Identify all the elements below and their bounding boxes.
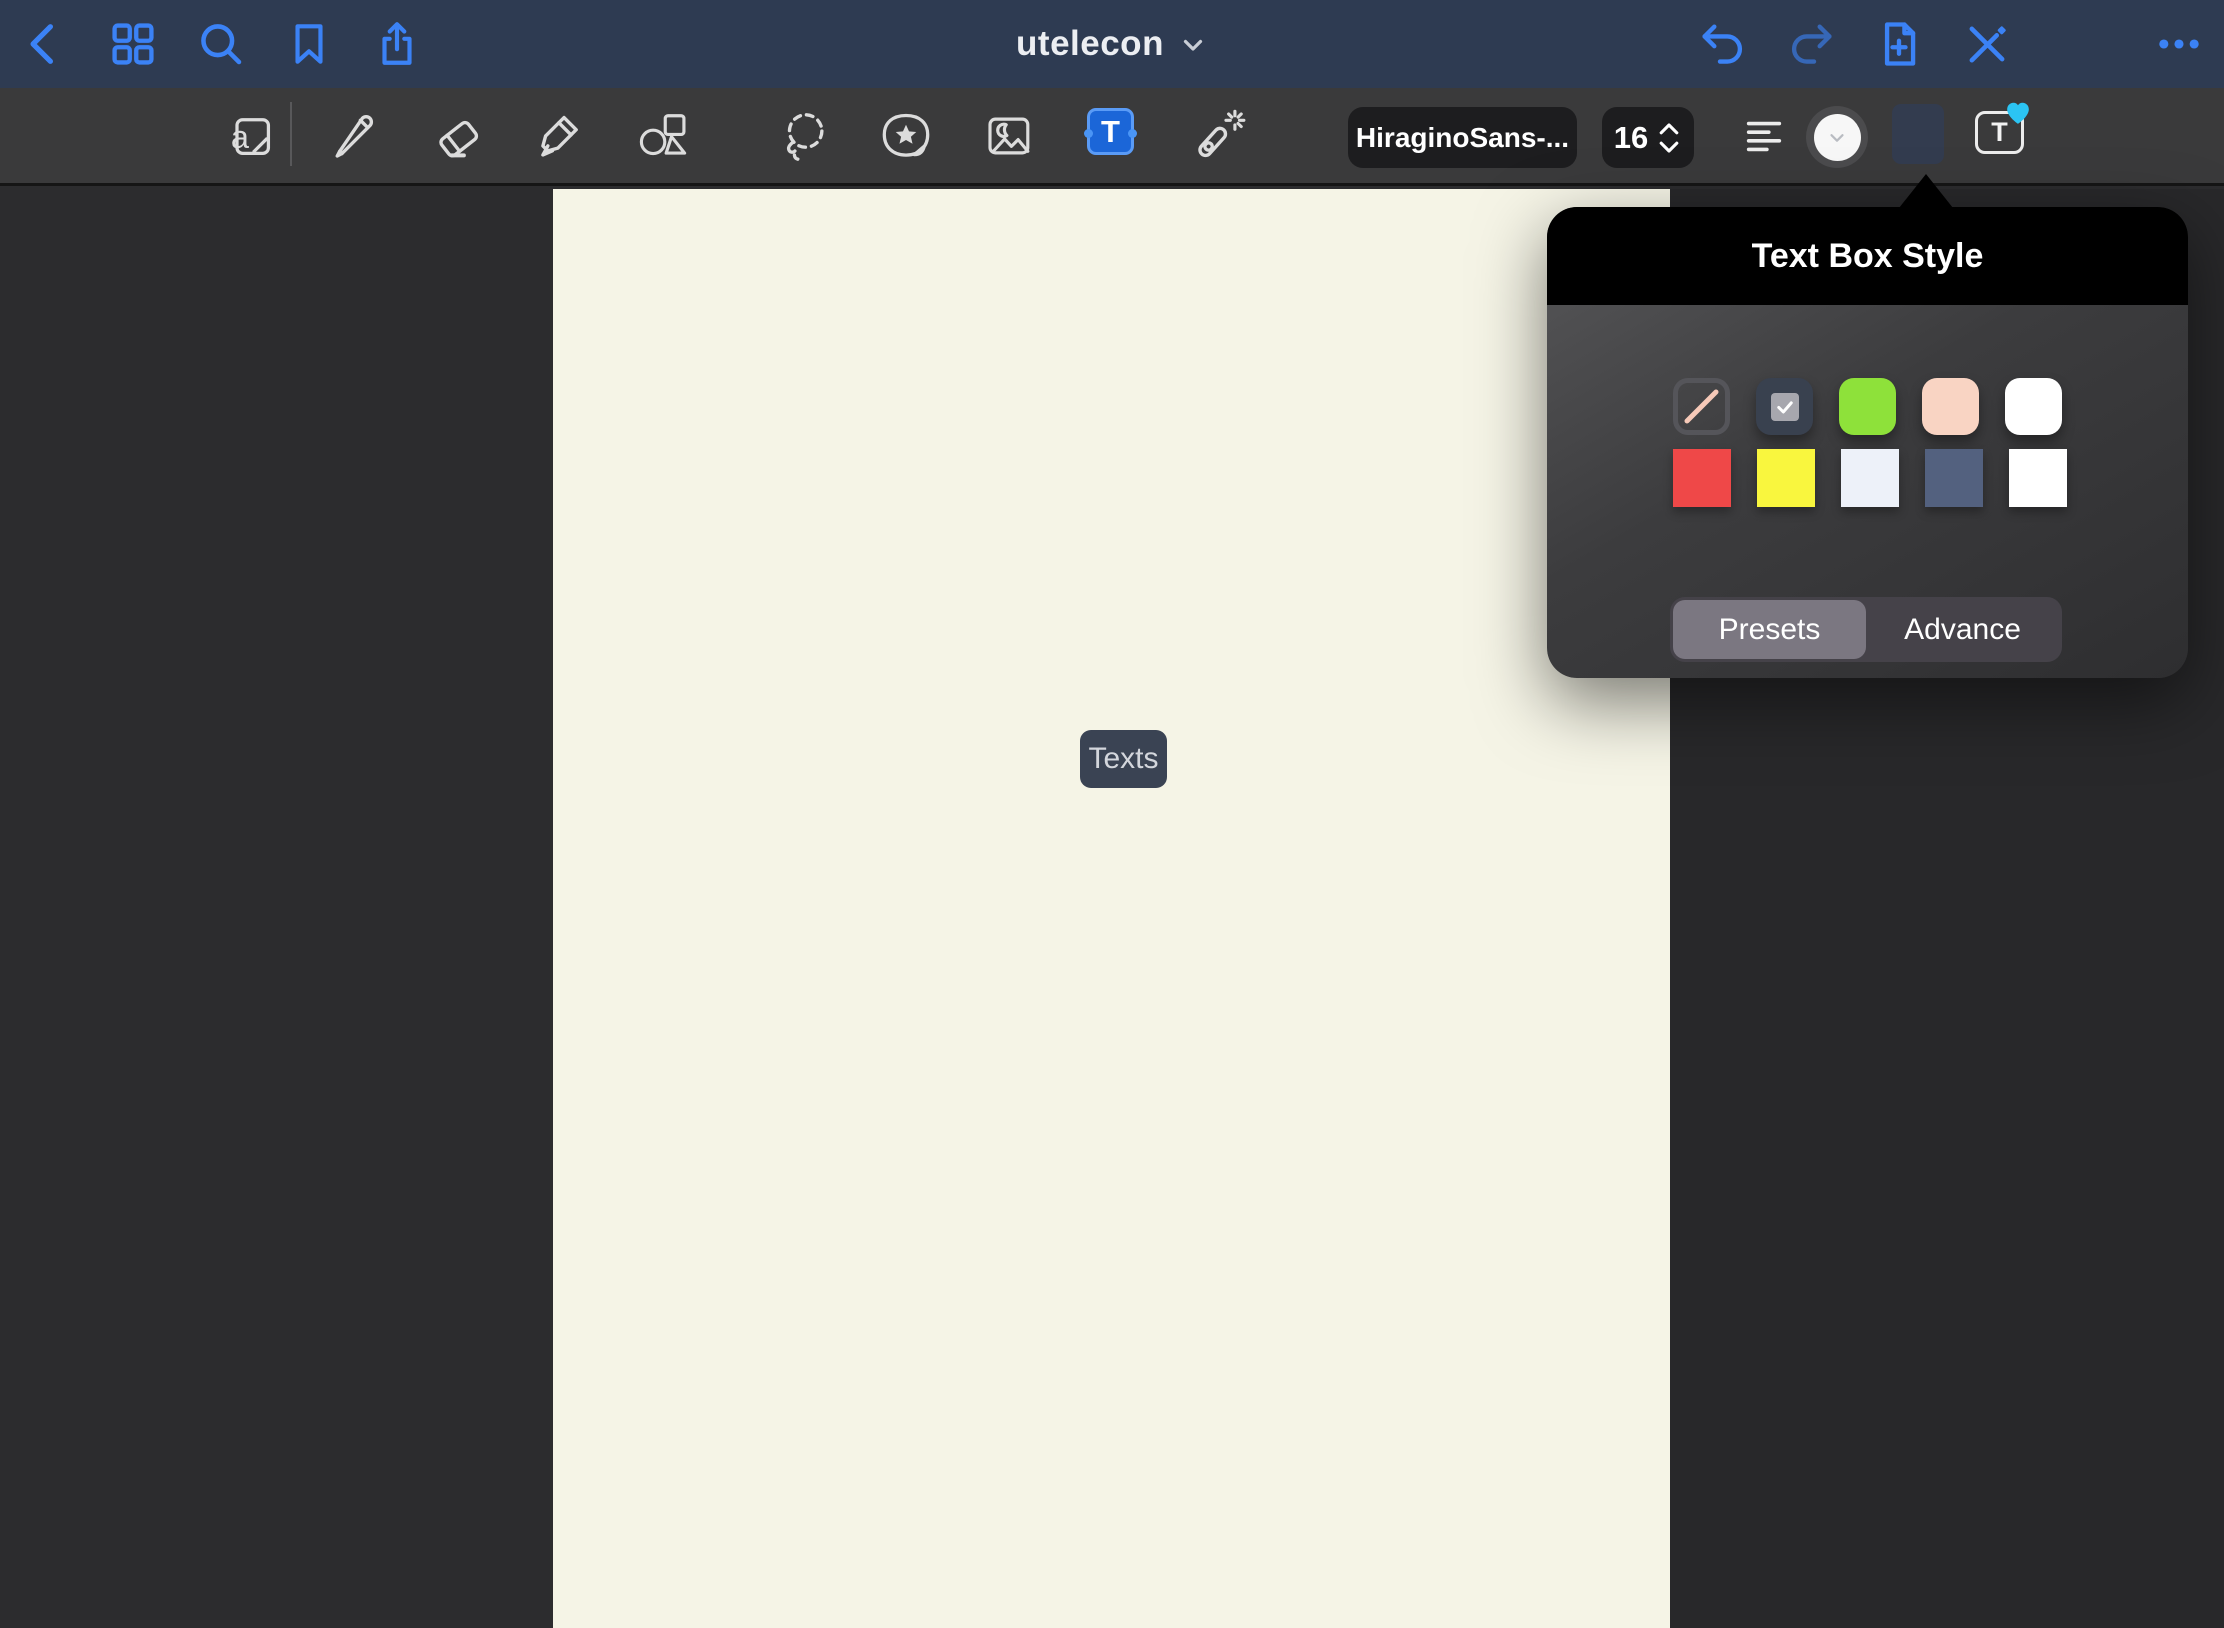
pen-icon	[328, 109, 382, 163]
redo-button[interactable]	[1780, 13, 1842, 75]
font-family-label: HiraginoSans-...	[1356, 122, 1569, 154]
tools-toolbar: a	[0, 88, 2224, 186]
chevron-down-icon	[1178, 29, 1208, 59]
search-button[interactable]	[190, 13, 252, 75]
note-page[interactable]: Texts	[553, 189, 1670, 1628]
preset-swatch-pale-blue[interactable]	[1841, 449, 1899, 507]
read-mode-icon: a	[224, 110, 276, 162]
pen-cross-icon	[1961, 18, 2013, 70]
tab-presets-label: Presets	[1719, 613, 1821, 647]
more-button[interactable]	[2148, 13, 2210, 75]
grid-icon	[107, 18, 159, 70]
text-tool-handle-left	[1084, 129, 1093, 138]
preset-swatch-peach[interactable]	[1922, 378, 1979, 435]
popover-arrow	[1899, 174, 1953, 208]
stepper-chevrons-icon	[1656, 121, 1682, 155]
font-family-button[interactable]: HiraginoSans-...	[1348, 107, 1577, 168]
bookmark-icon	[284, 19, 334, 69]
preset-swatch-slate[interactable]	[1925, 449, 1983, 507]
sticker-tool-button[interactable]	[878, 108, 934, 164]
eraser-icon	[431, 109, 485, 163]
font-size-value: 16	[1614, 120, 1648, 156]
checkbox	[1771, 393, 1799, 421]
add-page-icon	[1873, 18, 1925, 70]
read-mode-button[interactable]: a	[222, 108, 278, 164]
preset-swatch-none[interactable]	[1673, 378, 1730, 435]
share-button[interactable]	[366, 13, 428, 75]
notebook-title-label: utelecon	[1016, 24, 1164, 64]
align-left-icon	[1741, 113, 1787, 159]
sticker-icon	[878, 108, 934, 164]
text-tool-handle-right	[1128, 129, 1137, 138]
toolbar-divider	[290, 102, 292, 166]
undo-icon	[1697, 18, 1749, 70]
svg-text:a: a	[231, 119, 250, 155]
top-nav-bar: utelecon	[0, 0, 2224, 88]
hide-toolbar-button[interactable]	[1956, 13, 2018, 75]
preset-swatch-selected[interactable]	[1756, 378, 1813, 435]
eraser-tool-button[interactable]	[430, 108, 486, 164]
app-window: utelecon	[0, 0, 2224, 1628]
tab-advance[interactable]: Advance	[1866, 600, 2059, 659]
bookmark-button[interactable]	[278, 13, 340, 75]
text-align-button[interactable]	[1738, 110, 1790, 162]
highlighter-tool-button[interactable]	[532, 108, 588, 164]
text-box-label: Texts	[1088, 742, 1158, 776]
preset-swatch-red[interactable]	[1673, 449, 1731, 507]
laser-pointer-button[interactable]	[1188, 106, 1248, 166]
ellipsis-icon	[2153, 18, 2205, 70]
font-size-stepper[interactable]: 16	[1602, 107, 1694, 168]
preset-swatch-row-1	[1673, 378, 2062, 435]
diagonal-line-icon	[1678, 383, 1725, 430]
text-box-style-button[interactable]	[1892, 104, 1944, 164]
laser-pointer-icon	[1189, 107, 1247, 165]
back-chevron-icon	[19, 18, 71, 70]
text-style-favorite-button[interactable]: T	[1975, 111, 2024, 154]
undo-button[interactable]	[1692, 13, 1754, 75]
text-color-button[interactable]	[1806, 106, 1868, 168]
image-tool-button[interactable]	[980, 108, 1036, 164]
preset-swatch-green[interactable]	[1839, 378, 1896, 435]
heart-icon	[2005, 101, 2031, 125]
shapes-tool-button[interactable]	[635, 108, 691, 164]
search-icon	[195, 18, 247, 70]
lasso-tool-button[interactable]	[777, 108, 833, 164]
text-color-swatch	[1814, 114, 1861, 161]
popover-title: Text Box Style	[1752, 237, 1984, 276]
pen-tool-button[interactable]	[327, 108, 383, 164]
text-box-style-popover: Text Box Style	[1547, 207, 2188, 678]
preset-swatch-yellow[interactable]	[1757, 449, 1815, 507]
lasso-icon	[778, 109, 832, 163]
shapes-icon	[636, 109, 690, 163]
pages-overview-button[interactable]	[102, 13, 164, 75]
highlighter-icon	[533, 109, 587, 163]
preset-swatch-row-2	[1673, 449, 2067, 507]
image-icon	[981, 109, 1035, 163]
presets-advance-tabs: Presets Advance	[1670, 597, 2062, 662]
text-tool-glyph: T	[1101, 114, 1120, 150]
text-box[interactable]: Texts	[1080, 730, 1167, 788]
tab-advance-label: Advance	[1904, 613, 2021, 647]
tab-presets[interactable]: Presets	[1673, 600, 1866, 659]
back-button[interactable]	[14, 13, 76, 75]
preset-swatch-white-rounded[interactable]	[2005, 378, 2062, 435]
share-icon	[372, 19, 422, 69]
add-page-button[interactable]	[1868, 13, 1930, 75]
popover-header: Text Box Style	[1547, 207, 2188, 305]
preset-swatch-white-square[interactable]	[2009, 449, 2067, 507]
text-tool-button[interactable]: T	[1087, 108, 1134, 155]
redo-icon	[1785, 18, 1837, 70]
